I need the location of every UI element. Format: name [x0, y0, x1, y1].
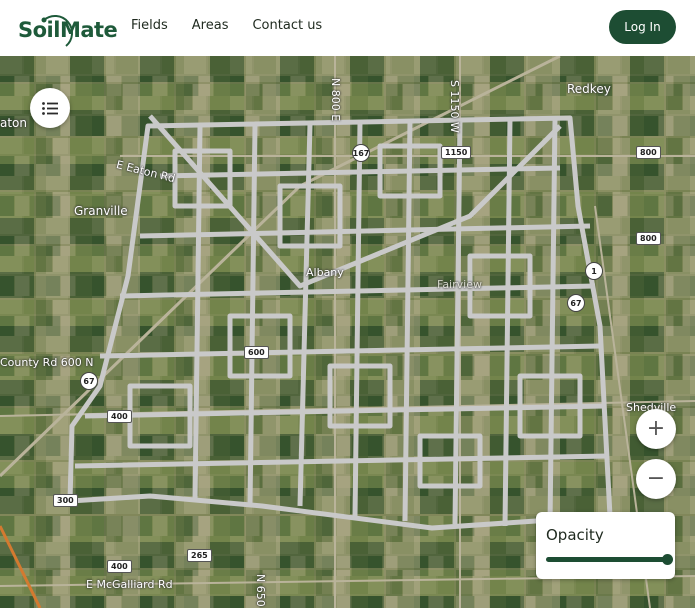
login-button[interactable]: Log In — [609, 10, 676, 44]
zoom-out-button[interactable]: − — [636, 459, 676, 499]
main-nav: Fields Areas Contact us — [131, 18, 346, 33]
nav-contact[interactable]: Contact us — [252, 18, 322, 33]
nav-fields[interactable]: Fields — [131, 18, 168, 33]
place-label-eaton: aton — [0, 116, 28, 130]
map-view[interactable]: Redkey Granville Albany Fairview Shedvil… — [0, 56, 695, 608]
route-shield: 400 — [107, 560, 132, 573]
route-shield: 600 — [244, 346, 269, 359]
opacity-panel: Opacity — [536, 512, 675, 579]
nav-areas[interactable]: Areas — [192, 18, 229, 33]
route-shield: 1150 — [441, 146, 472, 159]
route-shield: 1 — [585, 262, 603, 280]
brand-name: SoilMate — [18, 18, 118, 42]
route-shield: 800 — [636, 232, 661, 245]
top-nav-bar: SoilMate Fields Areas Contact us Log In — [0, 0, 695, 56]
route-shield: 300 — [53, 494, 78, 507]
list-icon — [42, 101, 58, 115]
route-shield: 67 — [80, 372, 98, 390]
minus-icon: − — [646, 466, 666, 491]
place-label-fairview: Fairview — [437, 278, 482, 291]
route-shield: 800 — [636, 146, 661, 159]
plus-icon: + — [646, 416, 666, 441]
road-label-s1150w: S 1150 W — [448, 80, 461, 133]
opacity-slider[interactable] — [546, 554, 673, 565]
place-label-granville: Granville — [74, 204, 128, 218]
route-shield: 265 — [187, 549, 212, 562]
road-label-n650: N 650 — [254, 574, 267, 607]
road-label-county-600n: County Rd 600 N — [0, 356, 94, 369]
place-label-albany: Albany — [306, 266, 344, 279]
route-shield: 67 — [567, 294, 585, 312]
place-label-redkey: Redkey — [567, 82, 611, 96]
zoom-in-button[interactable]: + — [636, 409, 676, 449]
layer-list-button[interactable] — [30, 88, 70, 128]
opacity-label: Opacity — [546, 526, 604, 544]
opacity-slider-thumb[interactable] — [662, 554, 673, 565]
route-shield: 167 — [352, 144, 370, 162]
road-label-mcgalliard: E McGalliard Rd — [86, 578, 173, 591]
road-label-n800e: N 800 E — [329, 78, 342, 122]
brand-logo[interactable]: SoilMate — [18, 7, 118, 51]
route-shield: 400 — [107, 410, 132, 423]
